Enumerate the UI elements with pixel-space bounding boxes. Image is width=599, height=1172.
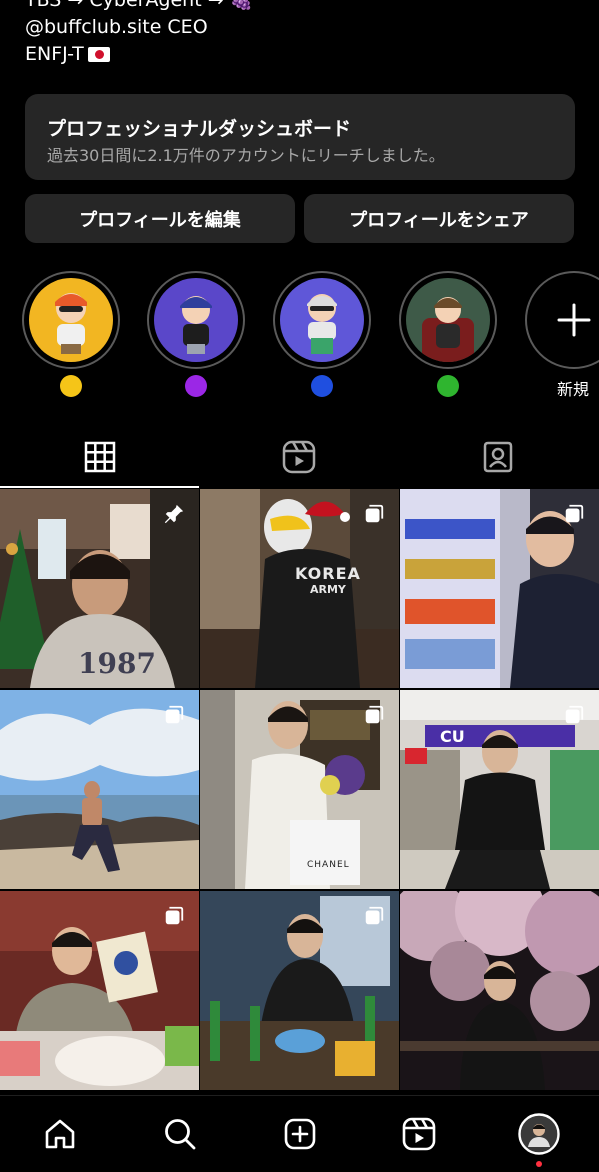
new-highlight-label: 新規 <box>557 380 590 399</box>
create-icon <box>284 1118 316 1150</box>
highlight-cover-purple <box>154 278 238 362</box>
carousel-icon <box>365 906 384 925</box>
post-2-shirt-text-2: ARMY <box>310 583 346 596</box>
reels-icon <box>282 440 316 474</box>
highlight-2[interactable] <box>147 271 245 369</box>
flag-japan-icon <box>87 47 110 62</box>
post-5-bag-text: CHANEL <box>307 860 350 870</box>
post-7[interactable] <box>0 891 199 1090</box>
carousel-icon <box>365 504 384 523</box>
highlight-3[interactable] <box>273 271 371 369</box>
highlight-1-dot <box>60 375 82 397</box>
highlight-cover-yellow <box>29 278 113 362</box>
nav-reels[interactable] <box>397 1112 441 1156</box>
post-8[interactable] <box>200 891 399 1090</box>
carousel-icon <box>165 906 184 925</box>
tab-tagged[interactable] <box>468 430 528 484</box>
pin-icon <box>164 504 184 524</box>
nav-search[interactable] <box>158 1112 202 1156</box>
post-2-shirt-text: KOREA <box>295 564 361 583</box>
post-3[interactable] <box>400 489 599 688</box>
tab-posts-grid[interactable] <box>70 430 130 484</box>
post-6-store-sign: CU <box>440 727 465 746</box>
share-profile-button[interactable]: プロフィールをシェア <box>304 194 574 243</box>
bottom-navigation <box>0 1095 599 1172</box>
post-photo <box>400 891 599 1090</box>
dashboard-subtitle: 過去30日間に2.1万件のアカウントにリーチしました。 <box>47 146 445 165</box>
highlight-cover-blue <box>280 278 364 362</box>
highlight-4-dot <box>437 375 459 397</box>
post-2[interactable]: KOREA ARMY <box>200 489 399 688</box>
carousel-icon <box>165 705 184 724</box>
nav-create[interactable] <box>278 1112 322 1156</box>
grid-icon <box>84 441 116 473</box>
post-5[interactable]: CHANEL <box>200 690 399 889</box>
home-icon <box>45 1119 75 1149</box>
nav-profile[interactable] <box>517 1112 561 1156</box>
highlight-2-dot <box>185 375 207 397</box>
bio-partial-line: TBS → CyberAgent → 🍇 <box>25 0 254 11</box>
carousel-icon <box>365 705 384 724</box>
plus-icon <box>557 303 591 337</box>
reels-icon <box>402 1117 436 1151</box>
carousel-icon <box>565 705 584 724</box>
search-icon <box>165 1119 196 1150</box>
edit-profile-button[interactable]: プロフィールを編集 <box>25 194 295 243</box>
post-9[interactable] <box>400 891 599 1090</box>
professional-dashboard[interactable]: プロフェッショナルダッシュボード 過去30日間に2.1万件のアカウントにリーチし… <box>25 94 575 180</box>
bio-personality: ENFJ-T <box>25 42 110 66</box>
highlight-1[interactable] <box>22 271 120 369</box>
notification-dot <box>536 1161 542 1167</box>
highlight-cover-green <box>406 278 490 362</box>
post-1[interactable]: 1987 <box>0 489 199 688</box>
bio-personality-text: ENFJ-T <box>25 43 84 65</box>
post-6[interactable]: CU <box>400 690 599 889</box>
carousel-icon <box>565 504 584 523</box>
highlight-3-dot <box>311 375 333 397</box>
post-1-shirt-text: 1987 <box>78 647 156 680</box>
new-highlight-button[interactable] <box>525 271 599 369</box>
highlight-4[interactable] <box>399 271 497 369</box>
tagged-icon <box>483 441 513 473</box>
dashboard-title: プロフェッショナルダッシュボード <box>47 118 352 140</box>
active-tab-indicator <box>0 486 199 488</box>
profile-avatar <box>518 1113 560 1155</box>
nav-home[interactable] <box>38 1112 82 1156</box>
bio-link-text[interactable]: @buffclub.site CEO <box>25 15 208 39</box>
post-4[interactable] <box>0 690 199 889</box>
tab-reels[interactable] <box>269 430 329 484</box>
